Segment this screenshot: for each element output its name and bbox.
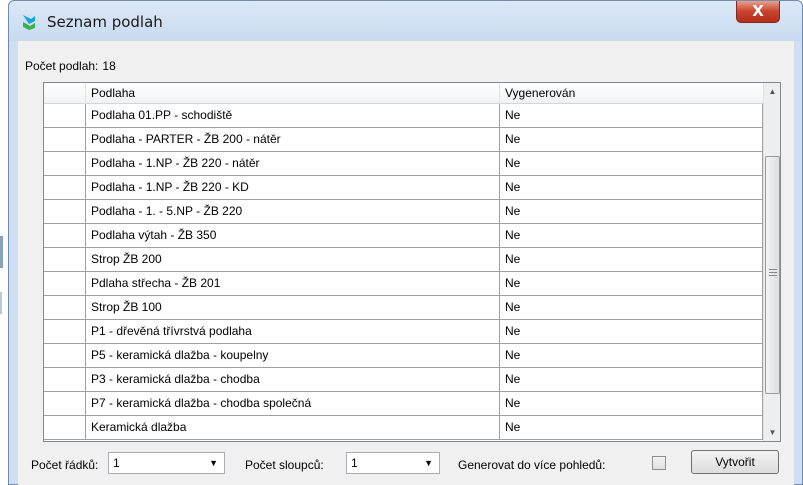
scroll-up-arrow-icon[interactable]: ▲	[764, 83, 780, 100]
cols-count-value: 1	[351, 456, 358, 470]
row-header-cell[interactable]	[44, 272, 86, 295]
table-row[interactable]: Strop ŽB 100 Ne	[44, 296, 763, 320]
cell-podlaha[interactable]: Podlaha 01.PP - schodiště	[86, 104, 500, 127]
cell-podlaha[interactable]: Podlaha - PARTER - ŽB 200 - nátěr	[86, 128, 500, 151]
cell-podlaha[interactable]: P7 - keramická dlažba - chodba společná	[86, 392, 500, 415]
row-header-cell[interactable]	[44, 248, 86, 271]
table-row[interactable]: Keramická dlažba Ne	[44, 416, 763, 440]
row-header-cell[interactable]	[44, 344, 86, 367]
cell-podlaha[interactable]: Podlaha - 1.NP - ŽB 220 - KD	[86, 176, 500, 199]
row-header-column[interactable]	[44, 83, 86, 104]
cols-count-label: Počet sloupců:	[245, 458, 324, 472]
rows-count-value: 1	[113, 456, 120, 470]
table-row[interactable]: P7 - keramická dlažba - chodba společná N…	[44, 392, 763, 416]
floor-count: Počet podlah: 18	[25, 59, 116, 73]
cols-count-dropdown[interactable]: 1 ▼	[346, 452, 440, 474]
cell-vygenerovan[interactable]: Ne	[500, 224, 763, 247]
table-body: Podlaha 01.PP - schodiště Ne Podlaha - PAR…	[44, 104, 763, 440]
row-header-cell[interactable]	[44, 104, 86, 127]
cell-vygenerovan[interactable]: Ne	[500, 344, 763, 367]
background-mark	[0, 292, 2, 314]
grip-icon	[769, 269, 777, 276]
scroll-down-arrow-icon[interactable]: ▼	[764, 424, 780, 441]
row-header-cell[interactable]	[44, 152, 86, 175]
cell-vygenerovan[interactable]: Ne	[500, 128, 763, 151]
row-header-cell[interactable]	[44, 224, 86, 247]
row-header-cell[interactable]	[44, 176, 86, 199]
multi-view-label: Generovat do více pohledů:	[458, 458, 606, 472]
cell-vygenerovan[interactable]: Ne	[500, 104, 763, 127]
cell-podlaha[interactable]: P3 - keramická dlažba - chodba	[86, 368, 500, 391]
table-row[interactable]: Podlaha - 1.NP - ŽB 220 - KD Ne	[44, 176, 763, 200]
cell-vygenerovan[interactable]: Ne	[500, 368, 763, 391]
cell-podlaha[interactable]: P1 - dřevěná třívrstvá podlaha	[86, 320, 500, 343]
row-header-cell[interactable]	[44, 296, 86, 319]
table-row[interactable]: Podlaha - PARTER - ŽB 200 - nátěr Ne	[44, 128, 763, 152]
table-row[interactable]: P5 - keramická dlažba - koupelny Ne	[44, 344, 763, 368]
cell-vygenerovan[interactable]: Ne	[500, 152, 763, 175]
cell-vygenerovan[interactable]: Ne	[500, 296, 763, 319]
cell-podlaha[interactable]: Podlaha - 1. - 5.NP - ŽB 220	[86, 200, 500, 223]
cell-vygenerovan[interactable]: Ne	[500, 392, 763, 415]
row-header-cell[interactable]	[44, 416, 86, 439]
row-header-cell[interactable]	[44, 200, 86, 223]
multi-view-checkbox[interactable]	[652, 456, 666, 470]
table-row[interactable]: Podlaha - 1.NP - ŽB 220 - nátěr Ne	[44, 152, 763, 176]
row-header-cell[interactable]	[44, 320, 86, 343]
table-row[interactable]: Podlaha výtah - ŽB 350 Ne	[44, 224, 763, 248]
close-button[interactable]: X	[736, 1, 780, 23]
cell-podlaha[interactable]: Pdlaha střecha - ŽB 201	[86, 272, 500, 295]
table-row[interactable]: P1 - dřevěná třívrstvá podlaha Ne	[44, 320, 763, 344]
row-header-cell[interactable]	[44, 368, 86, 391]
row-header-cell[interactable]	[44, 128, 86, 151]
cell-vygenerovan[interactable]: Ne	[500, 248, 763, 271]
row-header-cell[interactable]	[44, 392, 86, 415]
app-logo-icon	[23, 15, 35, 30]
cell-podlaha[interactable]: Strop ŽB 100	[86, 296, 500, 319]
background-strip	[0, 0, 8, 485]
cell-podlaha[interactable]: Podlaha - 1.NP - ŽB 220 - nátěr	[86, 152, 500, 175]
close-icon: X	[752, 2, 764, 20]
table-row[interactable]: Pdlaha střecha - ŽB 201 Ne	[44, 272, 763, 296]
rows-count-dropdown[interactable]: 1 ▼	[108, 452, 225, 474]
floor-count-label: Počet podlah:	[25, 59, 99, 73]
scrollbar-thumb[interactable]	[765, 156, 780, 394]
cell-podlaha[interactable]: Keramická dlažba	[86, 416, 500, 439]
cell-vygenerovan[interactable]: Ne	[500, 320, 763, 343]
table-row[interactable]: Strop ŽB 200 Ne	[44, 248, 763, 272]
cell-vygenerovan[interactable]: Ne	[500, 416, 763, 439]
floors-table[interactable]: Podlaha Vygenerován Podlaha 01.PP - scho…	[43, 82, 781, 442]
window-title: Seznam podlah	[47, 13, 163, 31]
background-mark	[0, 236, 3, 268]
cell-vygenerovan[interactable]: Ne	[500, 200, 763, 223]
rows-count-label: Počet řádků:	[31, 458, 99, 472]
create-button[interactable]: Vytvořit	[691, 450, 779, 474]
column-header-podlaha[interactable]: Podlaha	[86, 83, 500, 104]
floor-count-value: 18	[102, 59, 116, 73]
title-bar[interactable]: Seznam podlah X	[9, 1, 802, 41]
vertical-scrollbar[interactable]: ▲ ▼	[763, 83, 780, 441]
table-row[interactable]: Podlaha - 1. - 5.NP - ŽB 220 Ne	[44, 200, 763, 224]
cell-podlaha[interactable]: P5 - keramická dlažba - koupelny	[86, 344, 500, 367]
table-row[interactable]: P3 - keramická dlažba - chodba Ne	[44, 368, 763, 392]
column-header-vygenerovan[interactable]: Vygenerován	[500, 83, 763, 104]
cell-podlaha[interactable]: Strop ŽB 200	[86, 248, 500, 271]
cell-podlaha[interactable]: Podlaha výtah - ŽB 350	[86, 224, 500, 247]
chevron-down-icon: ▼	[424, 458, 433, 468]
cell-vygenerovan[interactable]: Ne	[500, 272, 763, 295]
chevron-down-icon: ▼	[209, 458, 218, 468]
cell-vygenerovan[interactable]: Ne	[500, 176, 763, 199]
table-row[interactable]: Podlaha 01.PP - schodiště Ne	[44, 104, 763, 128]
table-header: Podlaha Vygenerován	[44, 83, 763, 104]
